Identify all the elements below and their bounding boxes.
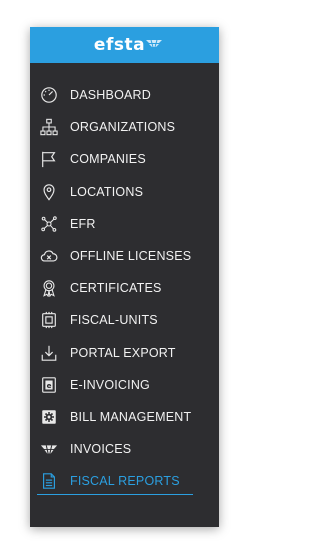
download-icon (38, 342, 60, 364)
sidebar-menu: DASHBOARD ORGANIZATIONS COMPANIES LOCATI… (30, 79, 219, 497)
sidebar-item-label: DASHBOARD (70, 88, 151, 103)
sidebar-item-efr[interactable]: EFR (30, 208, 219, 240)
sidebar-item-organizations[interactable]: ORGANIZATIONS (30, 111, 219, 143)
location-pin-icon (38, 181, 60, 203)
sidebar-item-companies[interactable]: COMPANIES (30, 143, 219, 175)
flag-icon (38, 148, 60, 170)
sidebar-item-label: EFR (70, 216, 96, 231)
efsta-wing-logo-icon (146, 36, 162, 54)
sidebar-item-fiscal-units[interactable]: FISCAL-UNITS (30, 304, 219, 336)
sidebar-item-dashboard[interactable]: DASHBOARD (30, 79, 219, 111)
sidebar-item-portal-export[interactable]: PORTAL EXPORT (30, 337, 219, 369)
sidebar-item-e-invoicing[interactable]: e E-INVOICING (30, 369, 219, 401)
sidebar-item-label: E-INVOICING (70, 377, 150, 392)
sidebar-item-label: OFFLINE LICENSES (70, 249, 192, 264)
efsta-wing-icon (38, 438, 60, 460)
network-nodes-icon (38, 213, 60, 235)
sidebar-item-bill-management[interactable]: BILL MANAGEMENT (30, 401, 219, 433)
dashboard-gauge-icon (38, 84, 60, 106)
sidebar-item-label: FISCAL REPORTS (70, 474, 180, 489)
sidebar-item-label: PORTAL EXPORT (70, 345, 176, 360)
brand-header[interactable]: efsta (30, 27, 219, 63)
sidebar-item-label: COMPANIES (70, 152, 146, 167)
sidebar-item-label: LOCATIONS (70, 184, 144, 199)
sidebar: efsta DASHBOARD ORGANIZATIONS COMPANIES … (30, 27, 219, 527)
gear-document-icon (38, 406, 60, 428)
sidebar-item-label: BILL MANAGEMENT (70, 409, 192, 424)
sidebar-item-locations[interactable]: LOCATIONS (30, 176, 219, 208)
sidebar-item-label: ORGANIZATIONS (70, 120, 176, 135)
award-ribbon-icon (38, 277, 60, 299)
sidebar-item-fiscal-reports[interactable]: FISCAL REPORTS (30, 465, 219, 497)
svg-text:e: e (47, 381, 52, 390)
chip-icon (38, 309, 60, 331)
e-document-icon: e (38, 374, 60, 396)
org-chart-icon (38, 116, 60, 138)
cloud-cross-icon (38, 245, 60, 267)
sidebar-item-label: CERTIFICATES (70, 281, 162, 296)
sidebar-item-label: INVOICES (70, 442, 132, 457)
sidebar-item-invoices[interactable]: INVOICES (30, 433, 219, 465)
sidebar-item-certificates[interactable]: CERTIFICATES (30, 272, 219, 304)
report-document-icon (38, 470, 60, 492)
sidebar-item-label: FISCAL-UNITS (70, 313, 158, 328)
sidebar-item-offline-licenses[interactable]: OFFLINE LICENSES (30, 240, 219, 272)
